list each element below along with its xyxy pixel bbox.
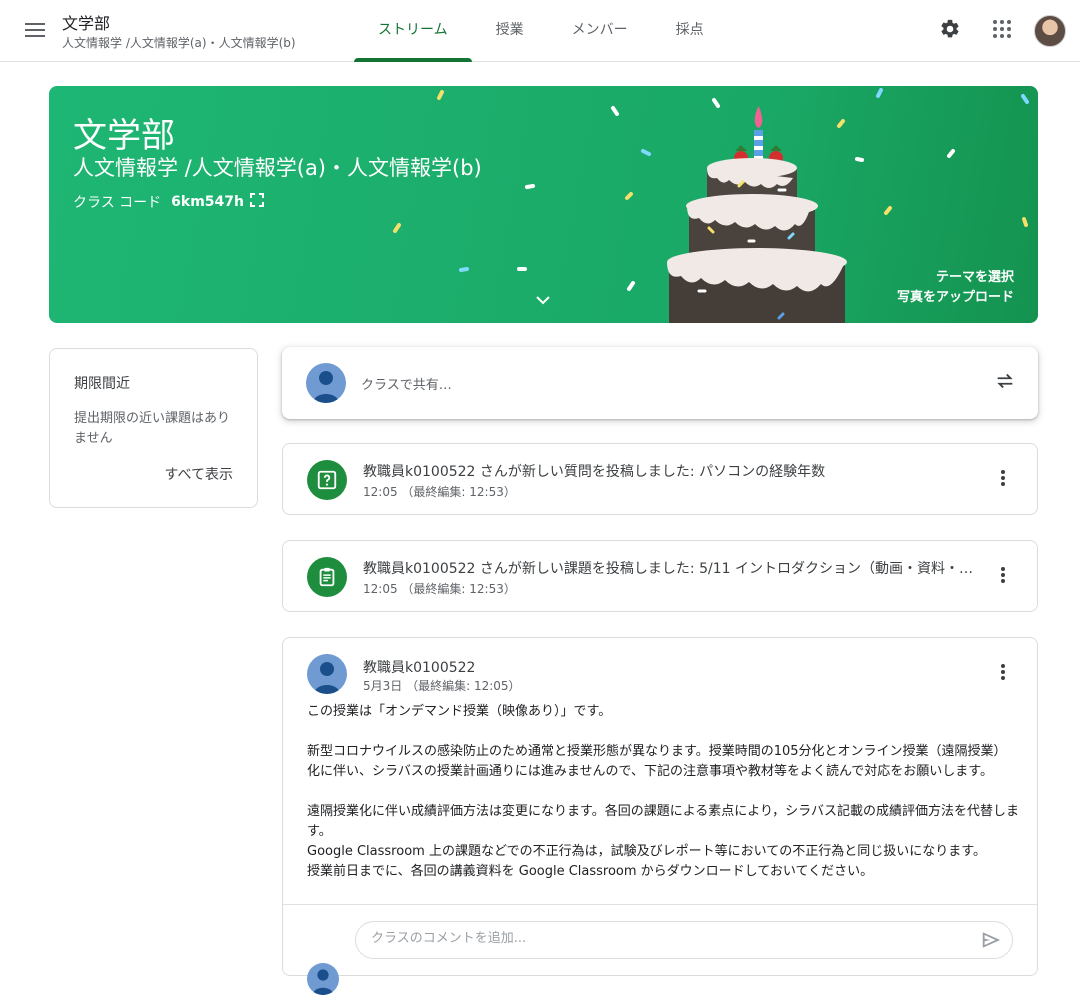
class-code-value: 6km547h (171, 194, 245, 210)
more-options-button[interactable] (989, 466, 1017, 494)
question-icon (307, 460, 347, 500)
announcement-body: この授業は「オンデマンド授業（映像あり）」です。 新型コロナウイルスの感染防止の… (307, 702, 1019, 882)
class-subtitle: 人文情報学 /人文情報学(a)・人文情報学(b) (62, 36, 296, 50)
class-comment-box (355, 921, 1013, 959)
more-options-button[interactable] (989, 563, 1017, 591)
send-comment-button[interactable] (980, 929, 1002, 955)
assignment-icon (307, 557, 347, 597)
tab-grades[interactable]: 採点 (652, 0, 728, 62)
stream-item-assignment[interactable]: 教職員k0100522 さんが新しい課題を投稿しました: 5/11 イントロダク… (282, 540, 1038, 612)
item-title-text: 5/11 イントロダクション（動画・資料・課題） (699, 561, 978, 577)
more-options-button[interactable] (989, 660, 1017, 688)
fullscreen-code-button[interactable] (250, 193, 265, 211)
class-title[interactable]: 文学部 (62, 10, 110, 34)
announcement-paragraph: Google Classroom 上の課題などでの不正行為は，試験及びレポート等… (307, 844, 986, 859)
stream-item-title: 教職員k0100522 さんが新しい質問を投稿しました: パソコンの経験年数 (363, 461, 978, 481)
avatar (307, 654, 347, 694)
more-vert-icon (1001, 470, 1005, 490)
settings-button[interactable] (930, 11, 970, 51)
stream-item-title: 教職員k0100522 さんが新しい課題を投稿しました: 5/11 イントロダク… (363, 558, 978, 578)
announcement-paragraph: 新型コロナウイルスの感染防止のため通常と授業形態が異なります。授業時間の105分… (307, 744, 1007, 779)
item-title-text: パソコンの経験年数 (699, 464, 826, 480)
more-vert-icon (1001, 567, 1005, 587)
upload-photo-link[interactable]: 写真をアップロード (897, 288, 1014, 308)
stream-item-time: 12:05 （最終編集: 12:53） (363, 485, 516, 499)
announcement-paragraph: 遠隔授業化に伴い成績評価方法は変更になります。各回の課題による素点により，シラバ… (307, 804, 1020, 839)
item-action: さんが新しい質問を投稿しました: (475, 464, 700, 480)
author-name: 教職員k0100522 (363, 561, 476, 577)
class-tabs: ストリーム 授業 メンバー 採点 (354, 0, 728, 62)
class-code-label: クラス コード (73, 195, 162, 211)
banner-expand-button[interactable] (535, 290, 551, 309)
more-vert-icon (1001, 664, 1005, 684)
class-comment-input[interactable] (371, 931, 951, 946)
upcoming-card: 期限間近 提出期限の近い課題はありません すべて表示 (49, 348, 258, 508)
top-app-bar: 文学部 人文情報学 /人文情報学(a)・人文情報学(b) ストリーム 授業 メン… (0, 0, 1080, 62)
announcement-date: 5月3日 （最終編集: 12:05） (363, 679, 521, 693)
class-banner: 文学部 人文情報学 /人文情報学(a)・人文情報学(b) クラス コード 6km… (49, 86, 1038, 323)
tab-people[interactable]: メンバー (548, 0, 652, 62)
fullscreen-icon (250, 193, 265, 211)
banner-class-title: 文学部 (73, 116, 175, 156)
banner-class-subtitle: 人文情報学 /人文情報学(a)・人文情報学(b) (73, 156, 482, 180)
item-action: さんが新しい課題を投稿しました: (475, 561, 700, 577)
class-code: クラス コード 6km547h (73, 192, 265, 212)
tab-classwork[interactable]: 授業 (472, 0, 548, 62)
share-placeholder[interactable]: クラスで共有… (361, 374, 452, 393)
account-avatar[interactable] (1034, 15, 1066, 47)
select-theme-link[interactable]: テーマを選択 (897, 268, 1014, 288)
divider (283, 904, 1037, 905)
main-menu-button[interactable] (20, 16, 50, 46)
chevron-down-icon (535, 290, 551, 309)
avatar (306, 363, 346, 403)
google-apps-button[interactable] (982, 11, 1022, 51)
announcement-paragraph: この授業は「オンデマンド授業（映像あり）」です。 (307, 704, 612, 719)
upcoming-empty-text: 提出期限の近い課題はありません (74, 411, 231, 446)
send-icon (980, 932, 1002, 955)
reuse-post-button[interactable] (994, 370, 1016, 396)
stream-item-time: 12:05 （最終編集: 12:53） (363, 582, 516, 596)
hamburger-icon (25, 22, 45, 41)
tab-stream[interactable]: ストリーム (354, 0, 472, 62)
announcement-card: 教職員k0100522 5月3日 （最終編集: 12:05） この授業は「オンデ… (282, 637, 1038, 995)
share-with-class-box[interactable]: クラスで共有… (282, 347, 1038, 419)
announcement-paragraph: 授業前日までに、各回の講義資料を Google Classroom からダウンロ… (307, 864, 874, 879)
author-name: 教職員k0100522 (363, 464, 476, 480)
stream-item-question[interactable]: 教職員k0100522 さんが新しい質問を投稿しました: パソコンの経験年数 1… (282, 443, 1038, 515)
view-all-link[interactable]: すべて表示 (165, 464, 233, 484)
announcement-author: 教職員k0100522 (363, 660, 476, 676)
avatar (307, 963, 339, 995)
apps-grid-icon (992, 19, 1012, 43)
upcoming-title: 期限間近 (74, 376, 130, 392)
repost-icon (994, 373, 1016, 396)
gear-icon (939, 18, 961, 44)
